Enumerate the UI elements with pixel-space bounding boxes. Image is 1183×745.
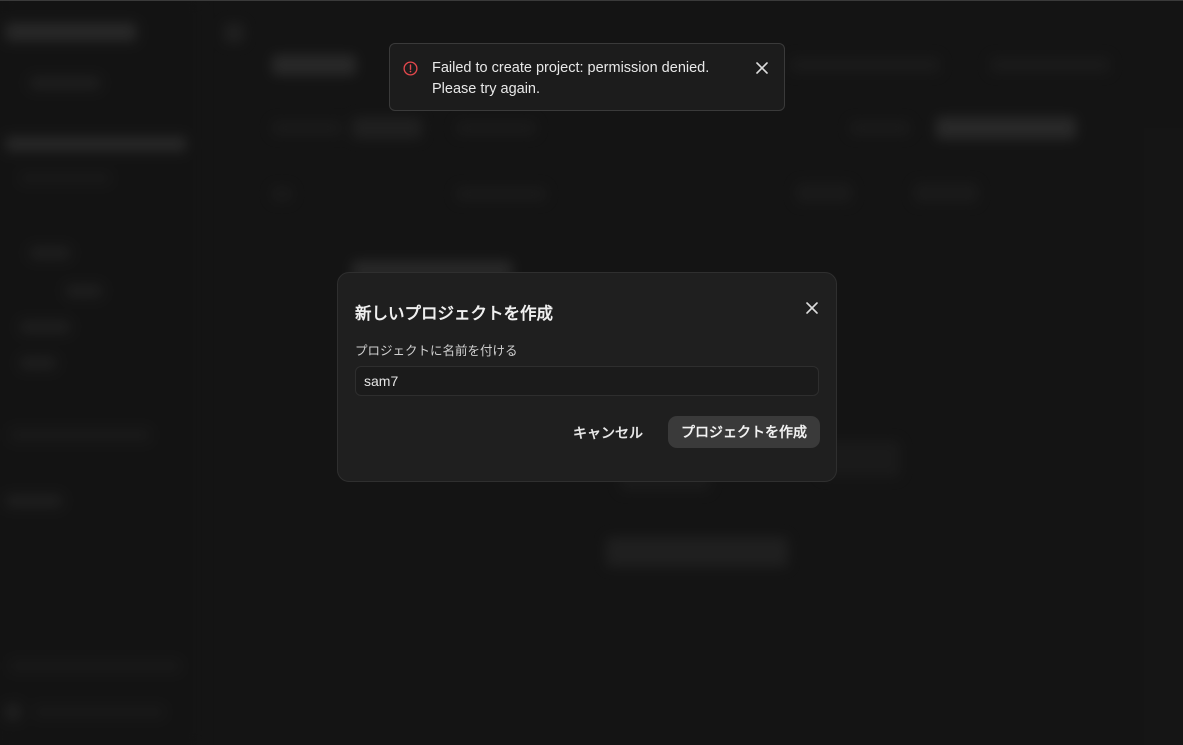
toast-message: Failed to create project: permission den… — [432, 60, 710, 97]
close-icon[interactable] — [804, 300, 820, 316]
create-project-button[interactable]: プロジェクトを作成 — [668, 416, 820, 448]
create-project-dialog: 新しいプロジェクトを作成 プロジェクトに名前を付ける キャンセル プロジェクトを… — [337, 272, 837, 482]
cancel-button[interactable]: キャンセル — [564, 417, 652, 449]
project-name-label: プロジェクトに名前を付ける — [355, 344, 518, 358]
dialog-title: 新しいプロジェクトを作成 — [355, 305, 553, 323]
error-toast: Failed to create project: permission den… — [389, 43, 785, 111]
close-icon[interactable] — [754, 60, 770, 76]
alert-circle-icon — [403, 61, 418, 76]
project-name-input[interactable] — [355, 366, 819, 396]
app-window: Failed to create project: permission den… — [0, 0, 1183, 745]
